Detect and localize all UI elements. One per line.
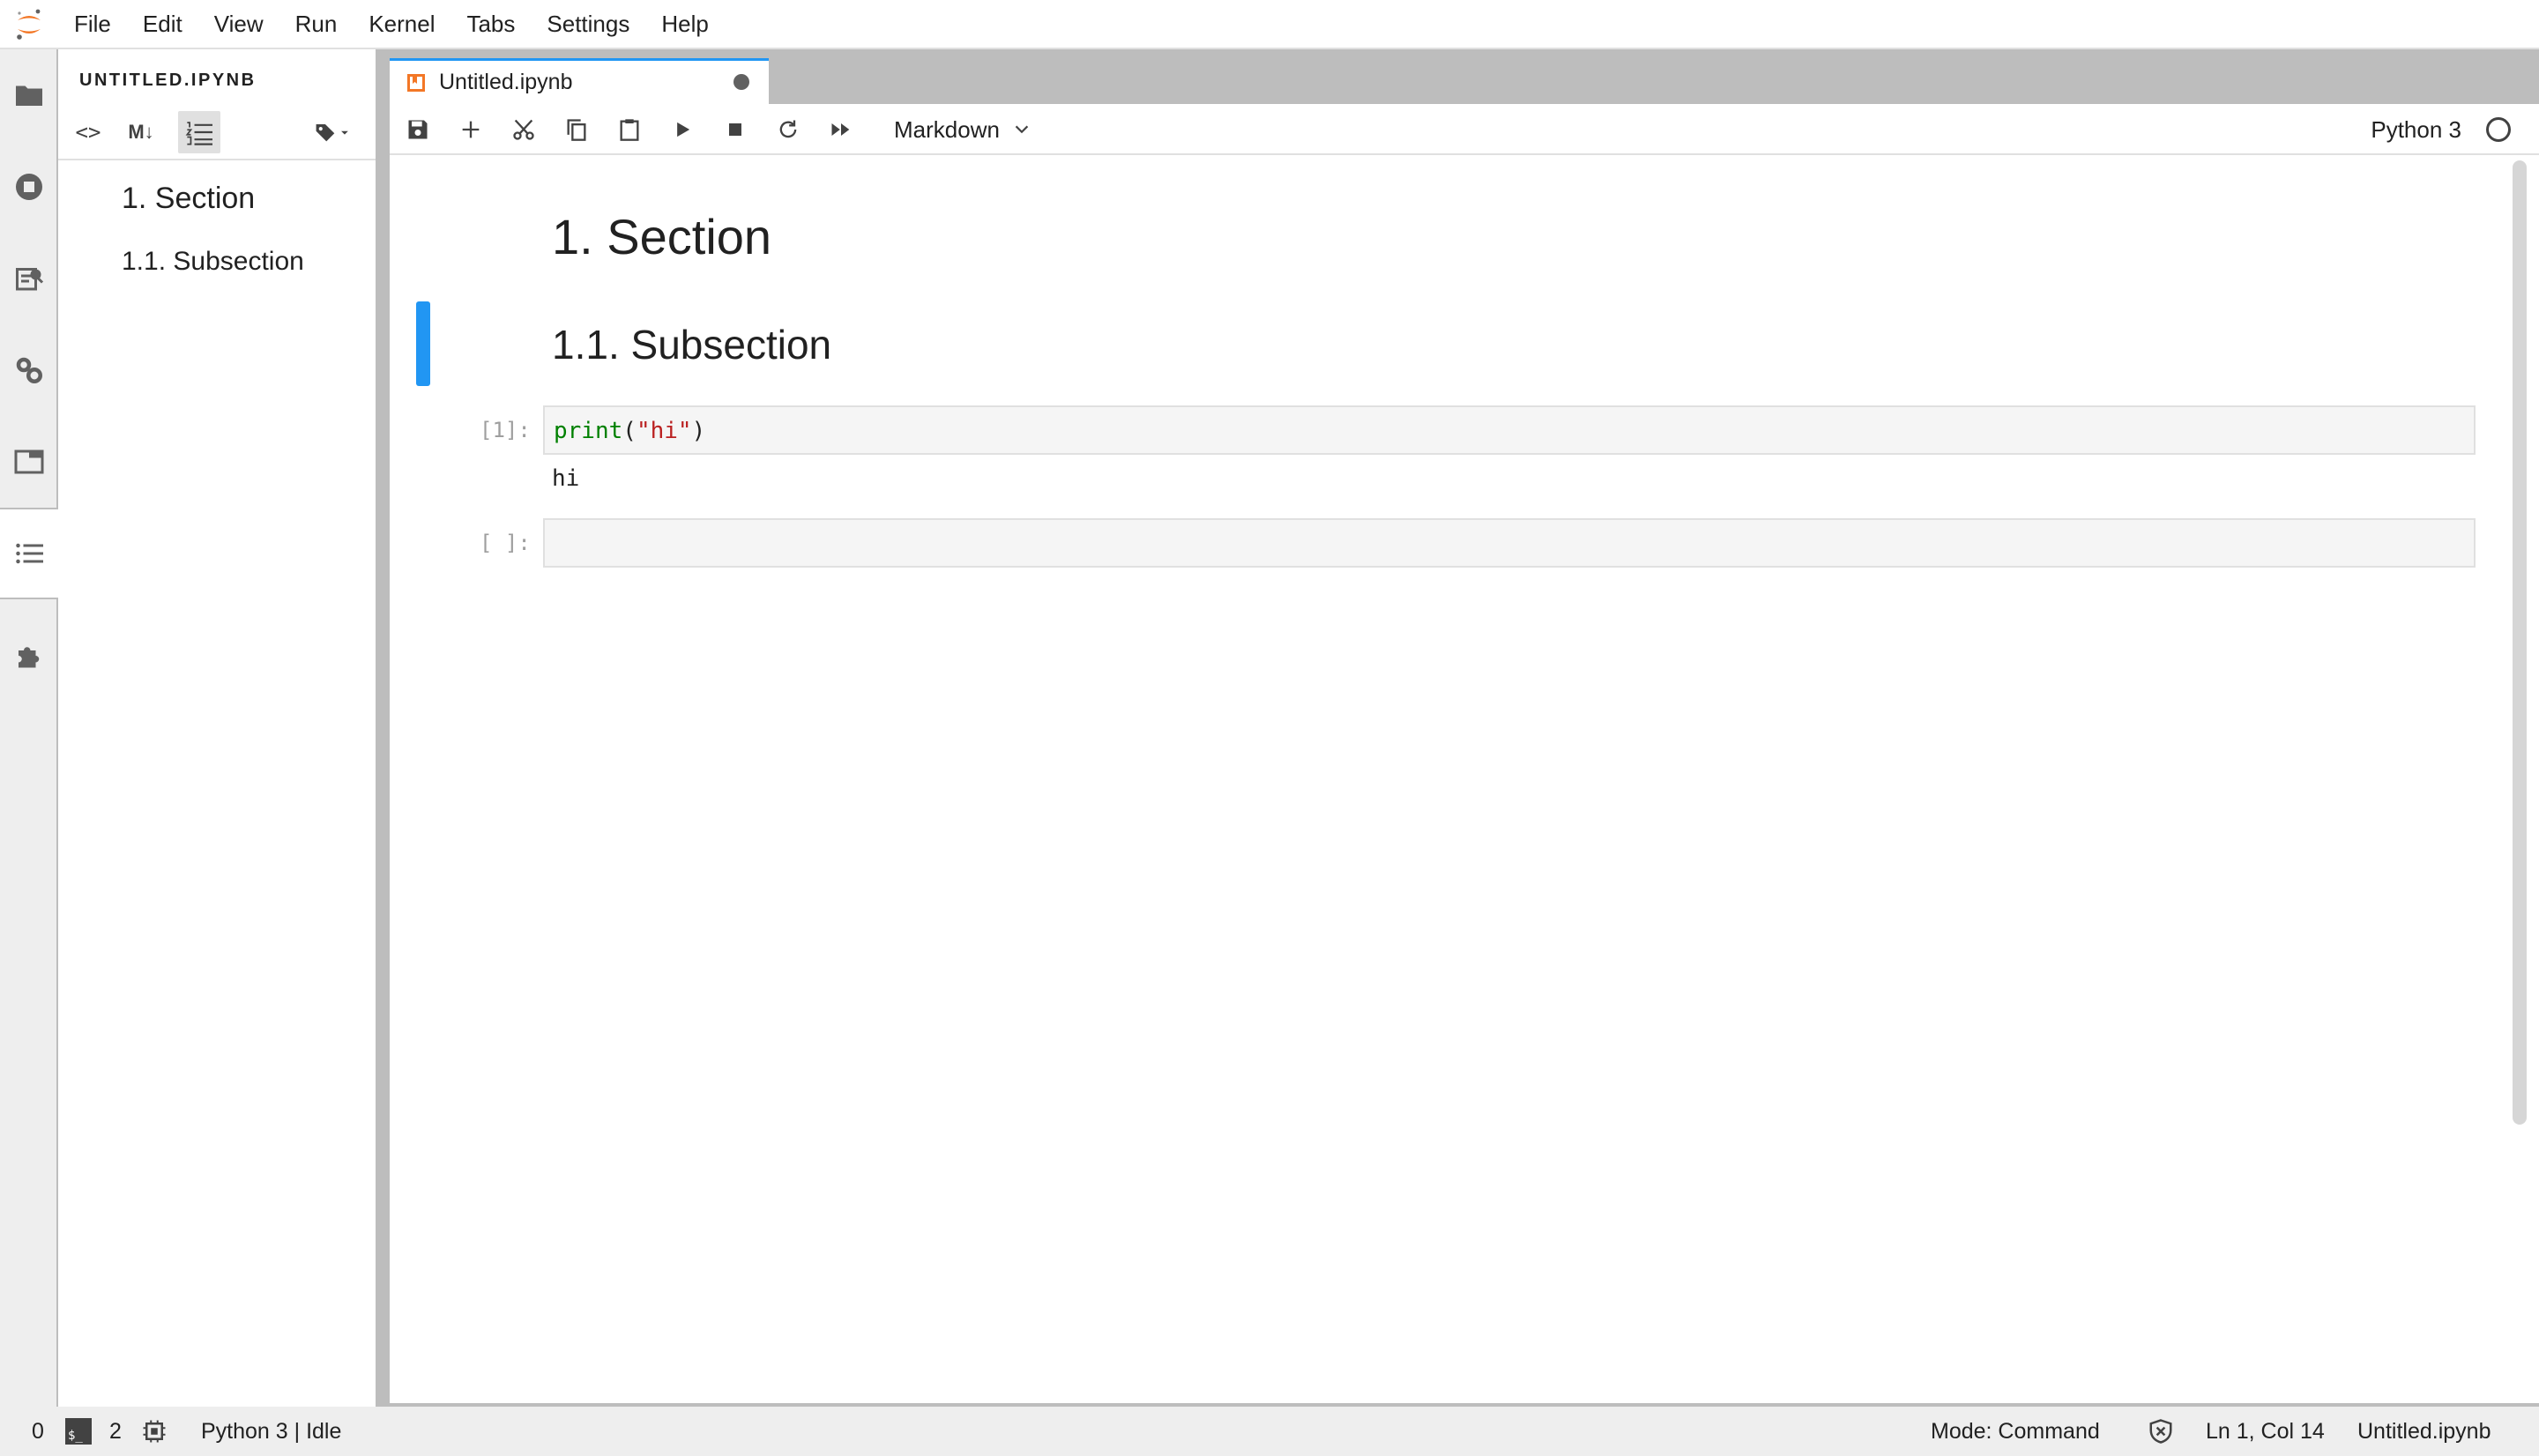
toc-panel-title: UNTITLED.IPYNB: [79, 71, 257, 90]
restart-icon: [779, 120, 797, 138]
run-icon: [677, 122, 690, 137]
running-icon: [16, 174, 42, 200]
interrupt-kernel-button[interactable]: [719, 114, 751, 145]
code-token-builtin: print: [554, 418, 623, 444]
cell-output: hi: [552, 465, 580, 492]
trust-status[interactable]: [2148, 1407, 2174, 1456]
current-file-name[interactable]: Untitled.ipynb: [2357, 1407, 2491, 1456]
commands-icon: [16, 268, 44, 291]
active-cell-indicator[interactable]: [416, 301, 430, 386]
chevron-down-icon: [1015, 125, 1029, 134]
menu-tabs[interactable]: Tabs: [450, 0, 531, 48]
notebook-icon: [407, 73, 425, 92]
code-text: print("hi"): [554, 418, 705, 444]
paste-icon: [620, 119, 639, 141]
toc-item-section[interactable]: 1. Section: [122, 182, 255, 216]
terminal-count[interactable]: 0: [32, 1407, 44, 1456]
stop-icon: [729, 123, 741, 136]
run-cell-button[interactable]: [666, 114, 698, 145]
code-token-paren: ): [691, 418, 706, 444]
add-icon: [462, 121, 480, 138]
unsaved-indicator-icon[interactable]: [733, 74, 749, 90]
code-token-paren: (: [622, 418, 637, 444]
jupyter-logo-icon[interactable]: [0, 0, 58, 48]
file-browser-button[interactable]: [0, 49, 58, 141]
menu-bar: File Edit View Run Kernel Tabs Settings …: [0, 0, 2539, 49]
table-of-contents-button[interactable]: [0, 508, 60, 599]
menu-view[interactable]: View: [198, 0, 279, 48]
code-cell-editor-empty[interactable]: [543, 518, 2476, 568]
kernel-count[interactable]: 2: [109, 1407, 122, 1456]
command-palette-button[interactable]: [0, 233, 58, 324]
save-button[interactable]: [402, 114, 434, 145]
cursor-position[interactable]: Ln 1, Col 14: [2206, 1407, 2325, 1456]
show-code-cells-button[interactable]: <>: [67, 111, 109, 153]
kernel-status-text[interactable]: Python 3 | Idle: [201, 1407, 341, 1456]
code-token-string: "hi": [636, 418, 692, 444]
toc-toolbar: <> M↓: [58, 104, 376, 160]
copy-button[interactable]: [561, 114, 592, 145]
running-sessions-button[interactable]: [0, 141, 58, 233]
restart-run-all-button[interactable]: [825, 114, 857, 145]
tag-icon: [316, 123, 348, 142]
tag-filter-button[interactable]: [307, 111, 360, 153]
toc-icon: [16, 543, 43, 564]
kernel-name-button[interactable]: Python 3: [2371, 104, 2461, 155]
restart-kernel-button[interactable]: [772, 114, 804, 145]
insert-cell-button[interactable]: [455, 114, 487, 145]
tab-untitled-ipynb[interactable]: Untitled.ipynb: [390, 58, 769, 104]
cut-icon: [513, 119, 534, 140]
code-cell-editor[interactable]: print("hi"): [543, 405, 2476, 455]
menu-kernel[interactable]: Kernel: [353, 0, 450, 48]
cut-button[interactable]: [508, 114, 540, 145]
fast-forward-icon: [831, 123, 850, 136]
notebook-toolbar: Markdown Python 3: [390, 104, 2539, 155]
status-bar: 0 $_ 2 Python 3 | Idle Mode: Command Ln …: [0, 1407, 2539, 1456]
menu-settings[interactable]: Settings: [531, 0, 645, 48]
open-tabs-button[interactable]: [0, 416, 58, 508]
paste-button[interactable]: [614, 114, 645, 145]
extension-icon: [19, 647, 40, 668]
markdown-heading-subsection[interactable]: 1.1. Subsection: [552, 321, 831, 368]
not-trusted-shield-icon: [2149, 1419, 2172, 1444]
table-of-contents-panel: UNTITLED.IPYNB <> M↓ 1. Section 1.1. Sub…: [58, 49, 376, 1407]
input-prompt: [1]:: [480, 418, 531, 442]
notebook-scrollbar[interactable]: [2513, 160, 2527, 1125]
kernel-chip-icon: [143, 1420, 166, 1443]
cell-type-dropdown[interactable]: Markdown: [894, 104, 1031, 155]
toc-item-subsection[interactable]: 1.1. Subsection: [122, 247, 304, 277]
numbering-toggle-button[interactable]: [178, 111, 220, 153]
property-inspector-button[interactable]: [0, 324, 58, 416]
menu-help[interactable]: Help: [645, 0, 724, 48]
activity-bar: [0, 49, 60, 1407]
folder-icon: [16, 85, 42, 106]
menu-run[interactable]: Run: [279, 0, 354, 48]
menu-edit[interactable]: Edit: [127, 0, 198, 48]
input-prompt: [ ]:: [480, 531, 531, 555]
gears-icon: [16, 357, 42, 383]
numbered-list-icon: [185, 122, 212, 145]
terminal-icon: $_: [65, 1418, 92, 1445]
kernel-idle-icon: [2486, 117, 2511, 142]
cell-type-value: Markdown: [894, 115, 1000, 143]
extension-manager-button[interactable]: [0, 610, 58, 702]
tabs-icon: [14, 449, 44, 474]
tab-label: Untitled.ipynb: [439, 70, 573, 94]
mode-indicator: Mode: Command: [1931, 1418, 2100, 1444]
markdown-heading-section[interactable]: 1. Section: [552, 208, 771, 265]
code-icon: <>: [75, 120, 101, 145]
save-icon: [408, 120, 428, 139]
markdown-icon: M↓: [128, 121, 154, 143]
kernel-sessions[interactable]: [141, 1407, 168, 1456]
notebook-panel: Markdown Python 3 1. Section 1.1. Subsec…: [390, 104, 2539, 1403]
terminal-status[interactable]: $_: [65, 1407, 92, 1456]
copy-icon: [567, 119, 586, 141]
show-markdown-button[interactable]: M↓: [120, 111, 162, 153]
menu-file[interactable]: File: [58, 0, 127, 48]
